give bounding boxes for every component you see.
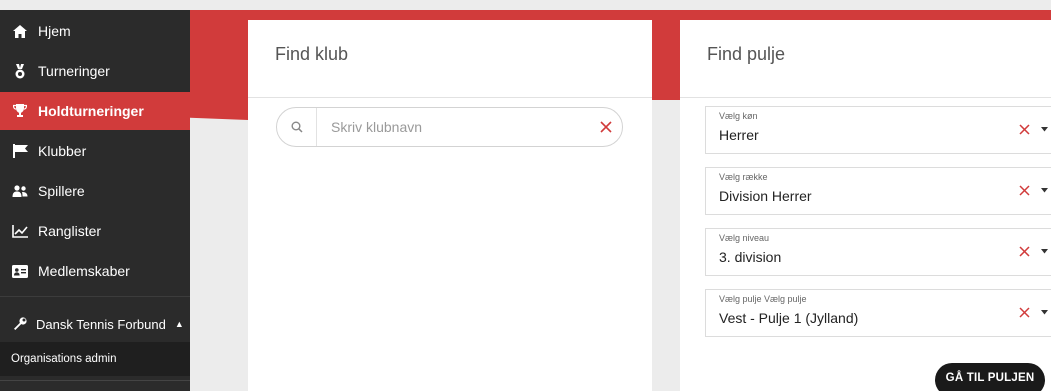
sidebar-item-label: Turneringer (38, 63, 110, 79)
sidebar-item-spillere[interactable]: Spillere (0, 172, 190, 210)
select-value: Division Herrer (719, 188, 812, 204)
row-select[interactable]: Vælg række Division Herrer (705, 167, 1051, 215)
chevron-down-icon[interactable] (1039, 245, 1049, 257)
chevron-down-icon[interactable] (1039, 184, 1049, 196)
caret-up-icon: ▲ (174, 319, 184, 329)
home-icon (12, 23, 28, 39)
sidebar-item-label: Klubber (38, 143, 87, 159)
sidebar-item-klubber[interactable]: Klubber (0, 132, 190, 170)
id-card-icon (12, 263, 28, 279)
sidebar-item-label: Ranglister (38, 223, 102, 239)
chevron-down-icon[interactable] (1039, 306, 1049, 318)
sidebar-item-medlemskaber[interactable]: Medlemskaber (0, 252, 190, 290)
clear-icon[interactable] (1017, 182, 1031, 198)
accent-shape-left (190, 10, 248, 120)
go-to-pool-button[interactable]: GÅ TIL PULJEN (935, 363, 1045, 391)
sidebar-item-label: Medlemskaber (38, 263, 130, 279)
accent-shape-mid (652, 10, 680, 100)
sidebar-item-hjem[interactable]: Hjem (0, 12, 190, 50)
select-label: Vælg niveau (719, 233, 770, 243)
sidebar-item-turneringer[interactable]: Turneringer (0, 52, 190, 90)
medal-icon (12, 63, 28, 79)
sidebar-item-label: Spillere (38, 183, 85, 199)
select-label: Vælg række (719, 172, 768, 182)
club-search (276, 107, 623, 147)
find-pulje-panel: Find pulje Vælg køn Herrer Vælg række Di… (680, 20, 1051, 391)
sidebar-org-toggle[interactable]: Dansk Tennis Forbund ▲ (0, 305, 190, 343)
clear-icon[interactable] (1017, 121, 1031, 137)
sidebar-divider (0, 380, 190, 381)
panel-divider (680, 97, 1051, 98)
select-value: 3. division (719, 249, 782, 265)
find-klub-panel: Find klub (248, 20, 652, 391)
org-label: Dansk Tennis Forbund (36, 316, 166, 332)
clear-search-icon[interactable] (590, 121, 622, 133)
chart-icon (12, 223, 28, 239)
clear-icon[interactable] (1017, 243, 1031, 259)
panel-divider (248, 97, 652, 98)
select-label: Vælg pulje Vælg pulje (719, 294, 807, 304)
org-admin-label: Organisations admin (11, 353, 117, 365)
sidebar-item-label: Hjem (38, 23, 71, 39)
flag-icon (12, 143, 28, 159)
find-pulje-title: Find pulje (707, 44, 786, 64)
wrench-icon (12, 316, 28, 332)
club-search-input[interactable] (317, 109, 590, 145)
accent-band (190, 10, 1051, 20)
gender-select[interactable]: Vælg køn Herrer (705, 106, 1051, 154)
users-icon (12, 183, 28, 199)
trophy-icon (12, 103, 28, 119)
pool-select[interactable]: Vælg pulje Vælg pulje Vest - Pulje 1 (Jy… (705, 289, 1051, 337)
sidebar-item-label: Holdturneringer (38, 103, 144, 119)
search-icon (277, 108, 317, 146)
clear-icon[interactable] (1017, 304, 1031, 320)
find-klub-title: Find klub (275, 44, 349, 64)
select-label: Vælg køn (719, 111, 758, 121)
sidebar-item-ranglister[interactable]: Ranglister (0, 212, 190, 250)
level-select[interactable]: Vælg niveau 3. division (705, 228, 1051, 276)
select-value: Herrer (719, 127, 759, 143)
org-admin-link[interactable]: Organisations admin (0, 342, 190, 376)
sidebar: Hjem Turneringer Holdturneringer Klubber… (0, 10, 190, 391)
sidebar-divider (0, 296, 190, 297)
select-value: Vest - Pulje 1 (Jylland) (719, 310, 859, 326)
chevron-down-icon[interactable] (1039, 123, 1049, 135)
sidebar-item-holdturneringer[interactable]: Holdturneringer (0, 92, 190, 130)
